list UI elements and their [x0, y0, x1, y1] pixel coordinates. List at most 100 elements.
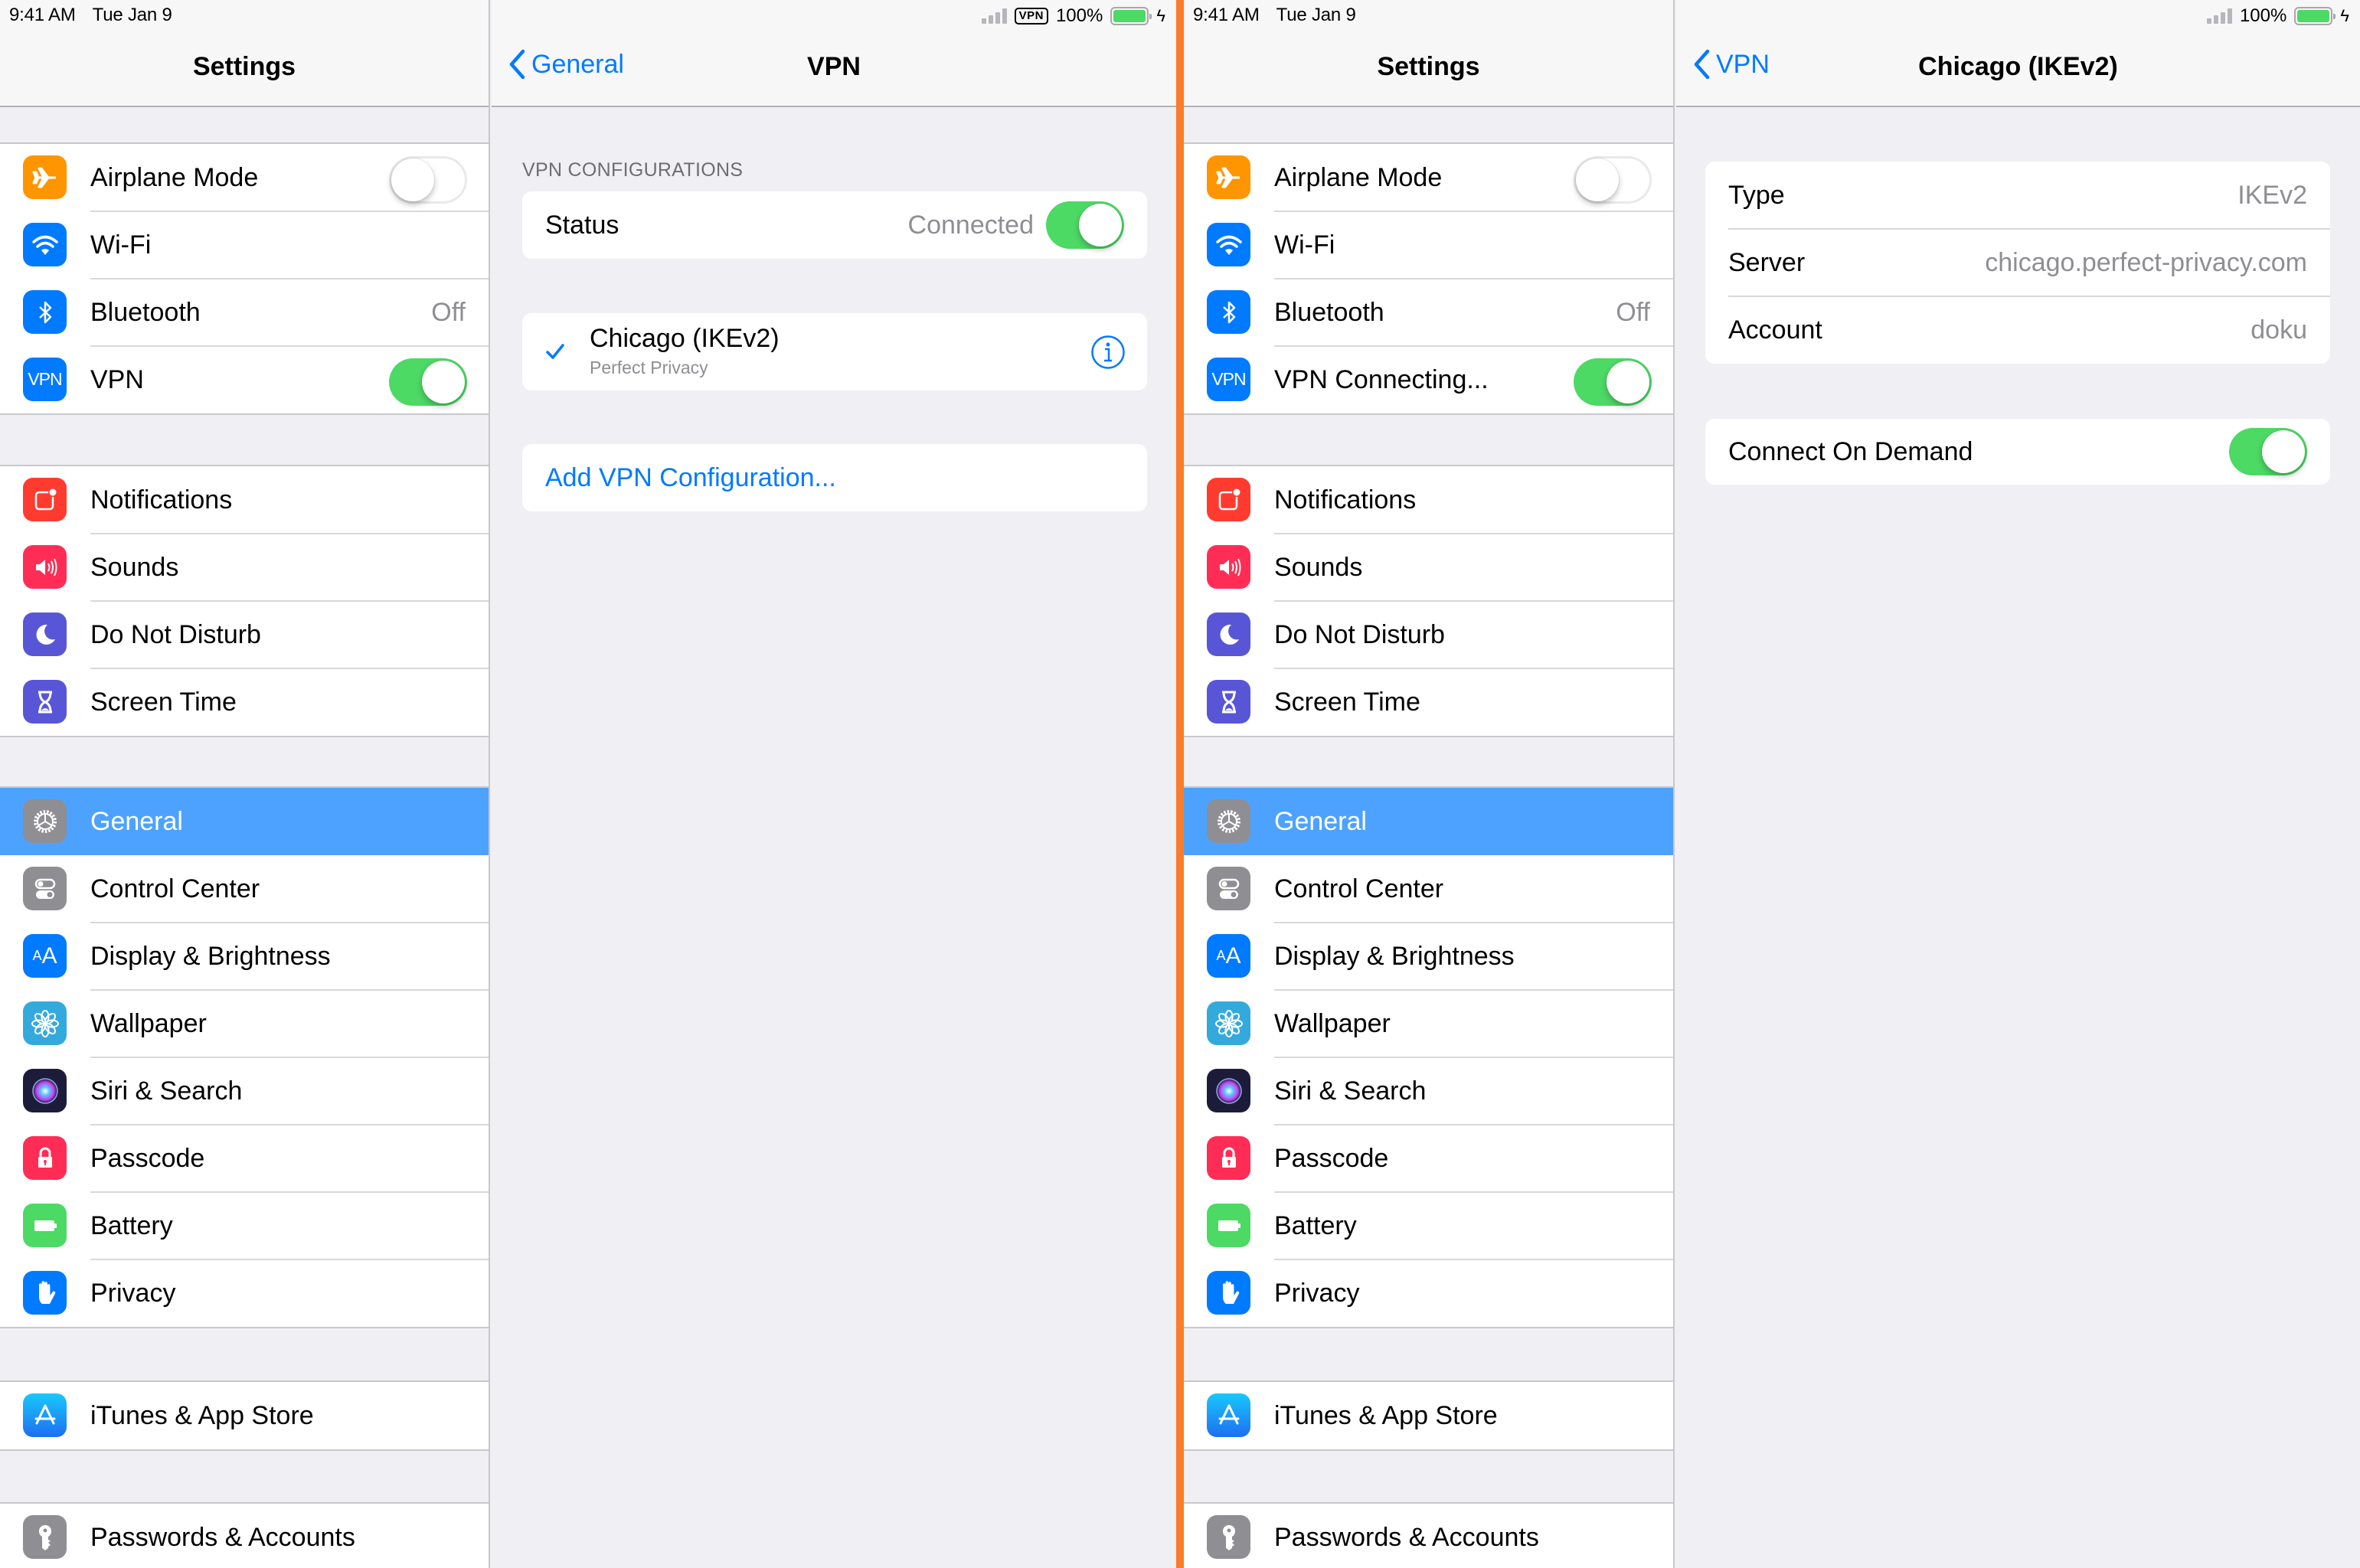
settings-item-label: Wi-Fi [90, 230, 152, 260]
config-name: Chicago (IKEv2) [590, 324, 780, 353]
settings-item-control-center[interactable]: Control Center [1184, 855, 1673, 923]
settings-group: Notifications Sounds Do Not Disturb Screen … [0, 465, 489, 737]
settings-item-passwords-and-accounts[interactable]: Passwords & Accounts [1184, 1504, 1673, 1568]
settings-item-label: Siri & Search [1274, 1076, 1427, 1106]
settings-item-vpn[interactable]: VPN VPN [0, 345, 489, 413]
settings-item-itunes-and-app-store[interactable]: iTunes & App Store [0, 1382, 489, 1449]
settings-item-passcode[interactable]: Passcode [0, 1124, 489, 1192]
sounds-icon [23, 545, 67, 589]
settings-item-label: Display & Brightness [1274, 941, 1515, 971]
info-icon[interactable] [1090, 335, 1126, 370]
vpn-toggle[interactable] [389, 358, 467, 406]
display-icon: AA [1207, 934, 1250, 978]
settings-item-value: Off [431, 297, 466, 327]
settings-item-display-and-brightness[interactable]: A A Display & Brightness [0, 922, 489, 990]
settings-item-sounds[interactable]: Sounds [1184, 533, 1673, 601]
settings-item-do-not-disturb[interactable]: Do Not Disturb [0, 600, 489, 668]
moon-icon [1207, 612, 1250, 656]
settings-item-value: Off [1616, 297, 1650, 327]
settings-item-general[interactable]: General [1184, 788, 1673, 855]
settings-item-siri-and-search[interactable]: Siri & Search [1184, 1057, 1673, 1125]
settings-item-control-center[interactable]: Control Center [0, 855, 489, 923]
vpn-status-toggle[interactable] [1046, 201, 1124, 249]
charging-bolt-icon: ϟ [2340, 6, 2349, 25]
settings-item-vpn[interactable]: VPN VPN Connecting... [1184, 345, 1673, 413]
field-label: Account [1728, 315, 1822, 345]
settings-item-label: Sounds [90, 552, 179, 582]
settings-item-privacy[interactable]: Privacy [0, 1259, 489, 1327]
settings-item-label: Airplane Mode [1274, 162, 1443, 192]
settings-item-do-not-disturb[interactable]: Do Not Disturb [1184, 600, 1673, 668]
settings-item-passwords-and-accounts[interactable]: Passwords & Accounts [0, 1504, 489, 1568]
wifi-icon [1207, 223, 1250, 266]
cellular-signal-icon [981, 8, 1007, 24]
settings-group: Passwords & Accounts [0, 1502, 489, 1568]
control-center-icon [1207, 867, 1250, 910]
settings-item-label: Screen Time [1274, 687, 1420, 717]
airplane-mode-toggle[interactable] [1574, 156, 1652, 204]
settings-item-battery[interactable]: Battery [1184, 1191, 1673, 1259]
page-title: Settings [192, 52, 296, 81]
connect-on-demand-label: Connect On Demand [1728, 436, 1973, 466]
battery-icon [2294, 7, 2336, 25]
checkmark-icon [546, 344, 564, 359]
settings-group: iTunes & App Store [1184, 1380, 1673, 1451]
airplane-mode-toggle[interactable] [389, 156, 467, 204]
settings-item-notifications[interactable]: Notifications [0, 466, 489, 534]
add-vpn-configuration-card[interactable]: Add VPN Configuration... [522, 444, 1147, 511]
lock-icon [23, 1136, 67, 1180]
connect-on-demand-toggle[interactable] [2229, 428, 2307, 475]
settings-item-wi-fi[interactable]: Wi-Fi [0, 211, 489, 279]
field-value: doku [2250, 315, 2307, 345]
connect-on-demand-card: Connect On Demand [1705, 419, 2330, 485]
settings-item-bluetooth[interactable]: Bluetooth Off [1184, 278, 1673, 346]
settings-item-sounds[interactable]: Sounds [0, 533, 489, 601]
key-icon [1207, 1515, 1250, 1559]
settings-item-siri-and-search[interactable]: Siri & Search [0, 1057, 489, 1125]
field-label: Server [1728, 247, 1806, 277]
add-vpn-configuration-button[interactable]: Add VPN Configuration... [545, 463, 836, 493]
settings-item-label: Battery [1274, 1210, 1357, 1240]
vpn-detail-panel: VPN 100% ϟ General VPN VPN CONFIGURATION… [492, 0, 1176, 1568]
settings-item-screen-time[interactable]: Screen Time [0, 668, 489, 736]
settings-item-general[interactable]: General [0, 788, 489, 855]
charging-bolt-icon: ϟ [1156, 6, 1165, 25]
settings-item-display-and-brightness[interactable]: A A Display & Brightness [1184, 922, 1673, 990]
settings-item-notifications[interactable]: Notifications [1184, 466, 1673, 534]
battery-icon [23, 1204, 67, 1247]
status-date: Tue Jan 9 [92, 5, 172, 25]
vpn-status-row: Status Connected [522, 191, 1147, 259]
settings-item-label: iTunes & App Store [90, 1400, 314, 1430]
settings-item-screen-time[interactable]: Screen Time [1184, 668, 1673, 736]
settings-item-itunes-and-app-store[interactable]: iTunes & App Store [1184, 1382, 1673, 1449]
settings-item-wallpaper[interactable]: Wallpaper [0, 989, 489, 1057]
vpn-toggle[interactable] [1574, 358, 1652, 406]
section-header-vpn-configurations: VPN CONFIGURATIONS [522, 159, 744, 181]
settings-item-wallpaper[interactable]: Wallpaper [1184, 989, 1673, 1057]
field-label: Type [1728, 180, 1785, 210]
settings-item-airplane-mode[interactable]: Airplane Mode [0, 144, 489, 211]
wifi-icon [23, 223, 67, 266]
settings-item-label: Sounds [1274, 552, 1363, 582]
field-value: IKEv2 [2237, 180, 2307, 210]
settings-item-label: Wi-Fi [1274, 230, 1335, 260]
status-time: 9:41 AM [1193, 5, 1260, 25]
settings-item-wi-fi[interactable]: Wi-Fi [1184, 211, 1673, 279]
settings-item-label: VPN [90, 364, 144, 394]
config-provider: Perfect Privacy [590, 358, 708, 377]
settings-item-label: Notifications [1274, 485, 1417, 514]
settings-item-label: Passwords & Accounts [90, 1522, 355, 1552]
settings-item-airplane-mode[interactable]: Airplane Mode [1184, 144, 1673, 211]
notifications-icon [1207, 478, 1250, 521]
airplane-icon [1207, 155, 1250, 199]
settings-item-battery[interactable]: Battery [0, 1191, 489, 1259]
settings-item-privacy[interactable]: Privacy [1184, 1259, 1673, 1327]
settings-master-panel-right: 9:41 AM Tue Jan 9 Settings Airplane Mode W… [1184, 0, 1675, 1568]
settings-item-label: Wallpaper [90, 1008, 207, 1038]
settings-item-bluetooth[interactable]: Bluetooth Off [0, 278, 489, 346]
vpn-configuration-card[interactable]: Chicago (IKEv2) Perfect Privacy [522, 313, 1147, 390]
settings-item-passcode[interactable]: Passcode [1184, 1124, 1673, 1192]
wallpaper-icon [1207, 1001, 1250, 1045]
vpn-status-icon: VPN [1014, 8, 1048, 24]
vpn-config-fields-card: Type IKEv2 Server chicago.perfect-privac… [1705, 162, 2330, 364]
